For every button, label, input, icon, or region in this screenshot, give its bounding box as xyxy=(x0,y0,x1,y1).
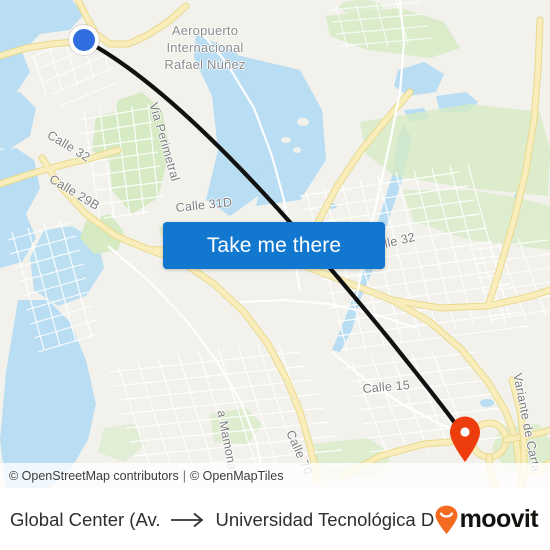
trip-summary: Global Center (Av. ... Universidad Tecno… xyxy=(10,509,434,531)
moovit-wordmark: moovit xyxy=(459,505,539,533)
attribution-separator: | xyxy=(182,468,186,483)
trip-destination-label[interactable]: Universidad Tecnológica De ... xyxy=(216,509,434,531)
moovit-pin-smile-icon xyxy=(435,505,458,534)
trip-origin-label[interactable]: Global Center (Av. ... xyxy=(10,509,160,531)
moovit-trip-preview: Aeropuerto Internacional Rafael Núñez Ca… xyxy=(0,0,550,550)
arrow-right-icon xyxy=(170,512,203,527)
take-me-there-label: Take me there xyxy=(206,233,342,257)
attribution-osm[interactable]: © OpenStreetMap contributors xyxy=(9,469,179,483)
bottom-bar: Global Center (Av. ... Universidad Tecno… xyxy=(0,488,550,550)
attribution-openmaptiles[interactable]: © OpenMapTiles xyxy=(190,469,284,483)
map-attribution: © OpenStreetMap contributors | © OpenMap… xyxy=(0,463,550,488)
origin-marker[interactable] xyxy=(69,25,99,55)
destination-marker[interactable] xyxy=(447,415,483,463)
take-me-there-button[interactable]: Take me there xyxy=(163,222,385,269)
moovit-logo[interactable]: moovit xyxy=(434,505,542,535)
map-canvas[interactable]: Aeropuerto Internacional Rafael Núñez Ca… xyxy=(0,0,550,488)
